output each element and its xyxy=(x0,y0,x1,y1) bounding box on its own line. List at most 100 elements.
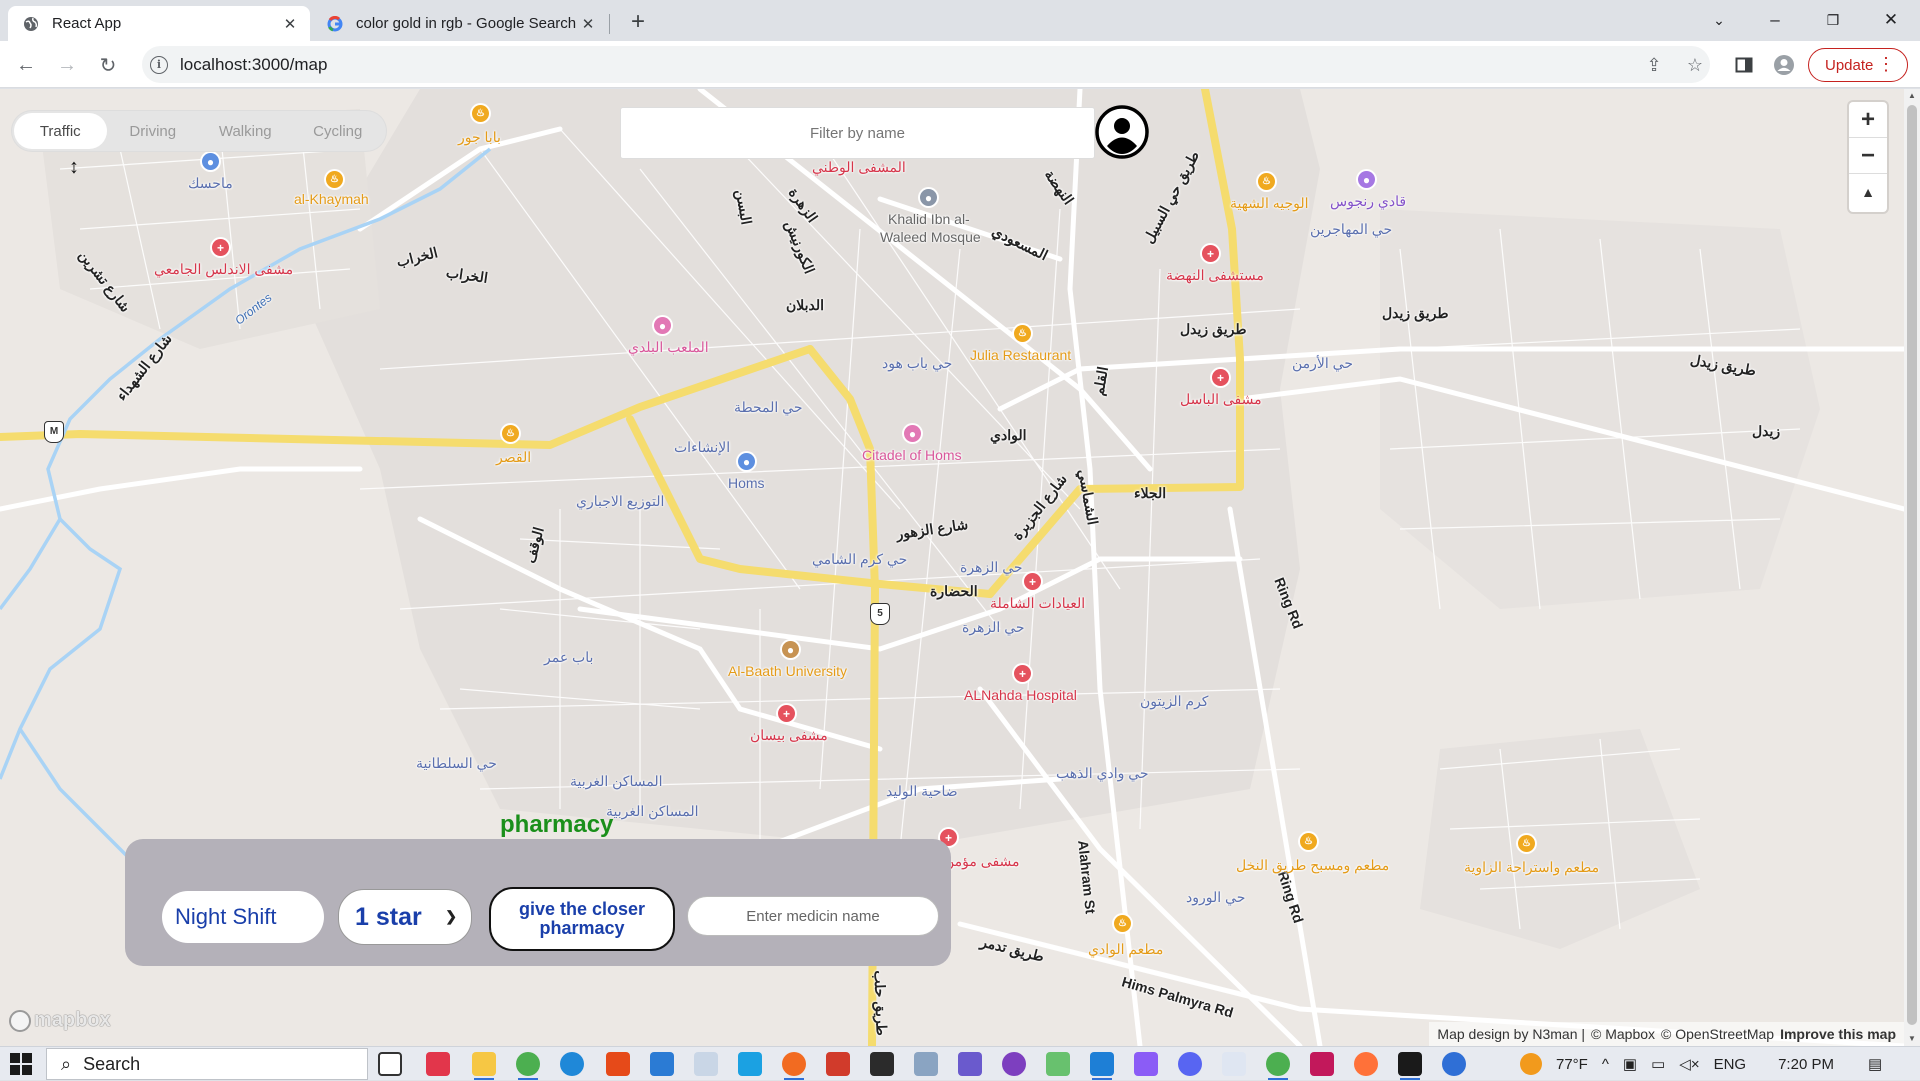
hospital-icon[interactable]: + xyxy=(1212,369,1229,386)
volume-icon[interactable]: ◁× xyxy=(1679,1055,1699,1073)
user-profile-icon[interactable] xyxy=(1095,105,1149,159)
zoom-out-icon[interactable]: − xyxy=(1849,138,1887,174)
close-tab-icon[interactable]: ✕ xyxy=(280,14,300,34)
restaurant-icon[interactable]: ♨ xyxy=(326,171,343,188)
restaurant-icon[interactable]: ♨ xyxy=(1258,173,1275,190)
tab-walking[interactable]: Walking xyxy=(199,113,292,149)
address-bar[interactable]: i localhost:3000/map xyxy=(142,46,1710,83)
attribution-mapbox-link[interactable]: © Mapbox xyxy=(1591,1026,1655,1042)
restaurant-icon[interactable]: ♨ xyxy=(502,425,519,442)
app-icon[interactable] xyxy=(426,1052,450,1076)
app-icon[interactable] xyxy=(694,1052,718,1076)
medicine-field[interactable] xyxy=(687,896,939,936)
restaurant-icon[interactable]: ♨ xyxy=(1114,915,1131,932)
restaurant-icon[interactable]: ♨ xyxy=(1014,325,1031,342)
restaurant-icon[interactable]: ♨ xyxy=(472,105,489,122)
clock[interactable]: 7:20 PM xyxy=(1778,1056,1834,1073)
side-panel-icon[interactable] xyxy=(1732,53,1756,77)
app-icon[interactable] xyxy=(1002,1052,1026,1076)
stadium-icon[interactable]: ● xyxy=(654,317,671,334)
weather-icon[interactable] xyxy=(1520,1053,1542,1075)
app-icon[interactable] xyxy=(1134,1052,1158,1076)
app-icon[interactable] xyxy=(826,1052,850,1076)
mosque-icon[interactable]: ● xyxy=(920,189,937,206)
landmark-icon[interactable]: ● xyxy=(738,453,755,470)
battery-icon[interactable]: ▭ xyxy=(1651,1055,1665,1073)
reload-icon[interactable]: ↻ xyxy=(92,49,124,81)
hospital-icon[interactable]: + xyxy=(1014,665,1031,682)
scroll-up-icon[interactable]: ▲ xyxy=(1904,89,1920,103)
bluetooth-icon[interactable] xyxy=(1442,1052,1466,1076)
filter-field[interactable] xyxy=(620,107,1095,159)
app-icon[interactable] xyxy=(738,1052,762,1076)
app-icon[interactable] xyxy=(782,1052,806,1080)
hospital-icon[interactable]: + xyxy=(1202,245,1219,262)
venue-icon[interactable]: ● xyxy=(1358,171,1375,188)
share-icon[interactable]: ⇪ xyxy=(1642,53,1666,77)
compass-icon[interactable]: ▲ xyxy=(1849,174,1887,210)
update-button[interactable]: Update ⋮ xyxy=(1808,48,1908,82)
attribution-osm-link[interactable]: © OpenStreetMap xyxy=(1661,1026,1774,1042)
temperature[interactable]: 77°F xyxy=(1556,1056,1588,1073)
tab-react-app[interactable]: React App ✕ xyxy=(8,6,310,41)
mapbox-logo[interactable]: mapbox xyxy=(9,1009,111,1032)
bus-icon[interactable]: ● xyxy=(202,153,219,170)
task-view-icon[interactable] xyxy=(378,1052,402,1076)
hospital-icon[interactable]: + xyxy=(1024,573,1041,590)
castle-icon[interactable]: ● xyxy=(904,425,921,442)
terminal-icon[interactable] xyxy=(1398,1052,1422,1080)
language[interactable]: ENG xyxy=(1714,1056,1747,1073)
tab-search-icon[interactable]: ⌄ xyxy=(1696,4,1742,36)
chrome-icon[interactable] xyxy=(516,1052,540,1080)
profile-avatar-icon[interactable] xyxy=(1772,53,1796,77)
back-icon[interactable]: ← xyxy=(10,49,42,81)
chrome-icon[interactable] xyxy=(1266,1052,1290,1080)
app-icon[interactable] xyxy=(1222,1052,1246,1076)
close-window-icon[interactable]: ✕ xyxy=(1868,4,1914,36)
forward-icon[interactable]: → xyxy=(51,49,83,81)
hospital-icon[interactable]: + xyxy=(778,705,795,722)
app-icon[interactable] xyxy=(1046,1052,1070,1076)
edge-icon[interactable] xyxy=(560,1052,584,1076)
vscode-icon[interactable] xyxy=(1090,1052,1114,1080)
discord-icon[interactable] xyxy=(1178,1052,1202,1076)
tab-traffic[interactable]: Traffic xyxy=(14,113,107,149)
site-info-icon[interactable]: i xyxy=(150,55,168,74)
medicine-input[interactable] xyxy=(688,897,938,935)
app-icon[interactable] xyxy=(958,1052,982,1076)
closer-pharmacy-button[interactable]: give the closer pharmacy xyxy=(489,887,675,951)
bookmark-star-icon[interactable]: ☆ xyxy=(1683,53,1707,77)
mail-icon[interactable] xyxy=(650,1052,674,1076)
firefox-icon[interactable] xyxy=(1354,1052,1378,1076)
restore-icon[interactable]: ❐ xyxy=(1810,4,1856,36)
restaurant-icon[interactable]: ♨ xyxy=(1518,835,1535,852)
office-icon[interactable] xyxy=(606,1052,630,1076)
scroll-down-icon[interactable]: ▼ xyxy=(1904,1032,1920,1046)
windows-start-icon[interactable] xyxy=(10,1053,32,1075)
taskbar-search[interactable]: ⌕ Search xyxy=(46,1048,368,1080)
network-icon[interactable]: ▣ xyxy=(1623,1055,1637,1073)
notifications-icon[interactable]: ▤ xyxy=(1868,1055,1882,1073)
new-tab-button[interactable]: + xyxy=(624,9,652,37)
file-explorer-icon[interactable] xyxy=(472,1052,496,1080)
rating-select[interactable]: 1 star ❯ xyxy=(338,889,472,945)
map-canvas[interactable]: al-Khaymah ماحسك بابا جور مشفى الاندلس ا… xyxy=(0,89,1904,1046)
tab-driving[interactable]: Driving xyxy=(107,113,200,149)
app-icon[interactable] xyxy=(870,1052,894,1076)
minimize-icon[interactable]: – xyxy=(1752,4,1798,36)
scrollbar-thumb[interactable] xyxy=(1907,105,1917,1025)
swap-direction-icon[interactable]: ↕ xyxy=(64,155,84,179)
tab-google-search[interactable]: color gold in rgb - Google Search ✕ xyxy=(312,6,608,41)
improve-map-link[interactable]: Improve this map xyxy=(1780,1026,1896,1042)
app-icon[interactable] xyxy=(914,1052,938,1076)
night-shift-toggle[interactable]: Night Shift xyxy=(162,891,324,943)
close-tab-icon[interactable]: ✕ xyxy=(578,14,598,34)
vertical-scrollbar[interactable]: ▲ ▼ xyxy=(1904,89,1920,1046)
tab-cycling[interactable]: Cycling xyxy=(292,113,385,149)
hospital-icon[interactable]: + xyxy=(212,239,229,256)
restaurant-icon[interactable]: ♨ xyxy=(1300,833,1317,850)
university-icon[interactable]: ● xyxy=(782,641,799,658)
filter-input[interactable] xyxy=(621,108,1094,158)
chevron-up-icon[interactable]: ^ xyxy=(1602,1056,1609,1073)
app-icon[interactable] xyxy=(1310,1052,1334,1076)
